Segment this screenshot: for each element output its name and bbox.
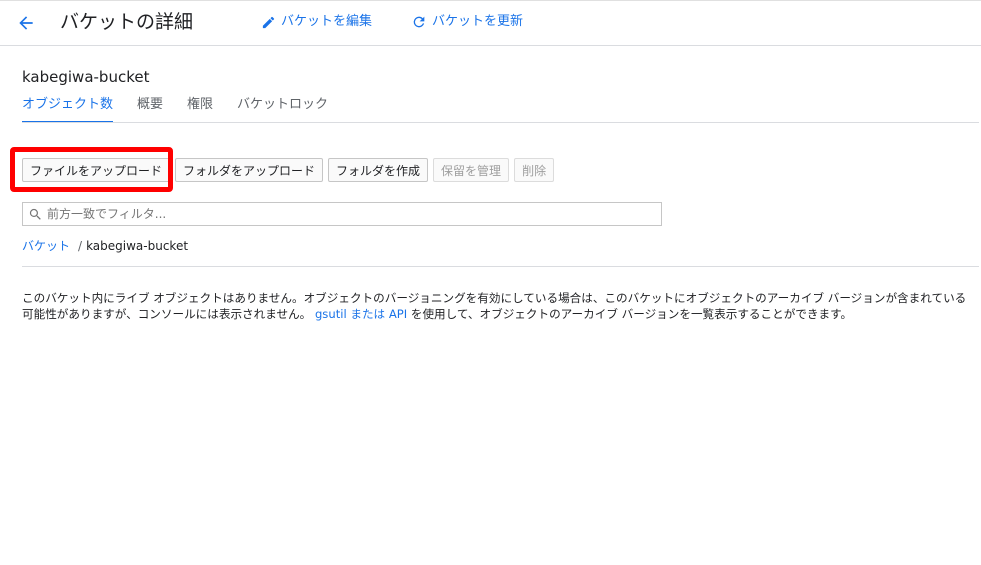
filter-box <box>22 202 662 226</box>
info-text-after: を使用して、オブジェクトのアーカイブ バージョンを一覧表示することができます。 <box>407 307 853 321</box>
page-title: バケットの詳細 <box>60 11 194 33</box>
refresh-bucket-button[interactable]: バケットを更新 <box>411 13 523 31</box>
arrow-left-icon <box>19 16 33 30</box>
filter-input[interactable] <box>47 207 647 221</box>
upload-folder-button[interactable]: フォルダをアップロード <box>175 158 324 182</box>
refresh-icon <box>413 16 425 28</box>
tab-bucket-lock[interactable]: バケットロック <box>237 96 328 123</box>
empty-bucket-message: このバケット内にライブ オブジェクトはありません。オブジェクトのバージョニングを… <box>22 290 972 322</box>
search-icon <box>29 208 41 220</box>
tabs-divider <box>22 122 979 123</box>
tab-permissions[interactable]: 権限 <box>187 96 213 123</box>
back-button[interactable] <box>12 9 40 37</box>
breadcrumb-current: kabegiwa-bucket <box>86 239 189 253</box>
edit-bucket-button[interactable]: バケットを編集 <box>261 13 372 31</box>
refresh-bucket-label: バケットを更新 <box>432 14 524 29</box>
tab-objects[interactable]: オブジェクト数 <box>22 96 114 123</box>
object-toolbar: ファイルをアップロード フォルダをアップロード フォルダを作成 保留を管理 削除 <box>22 158 555 182</box>
delete-button[interactable]: 削除 <box>514 158 555 182</box>
create-folder-button[interactable]: フォルダを作成 <box>328 158 429 182</box>
pencil-icon <box>262 16 275 28</box>
tab-overview[interactable]: 概要 <box>137 96 163 123</box>
breadcrumb: バケット / kabegiwa-bucket <box>22 238 188 254</box>
manage-holds-button[interactable]: 保留を管理 <box>433 158 510 182</box>
top-app-bar: バケットの詳細 バケットを編集 バケットを更新 <box>0 0 981 46</box>
gsutil-api-link[interactable]: gsutil または API <box>315 307 407 321</box>
tab-bar: オブジェクト数 概要 権限 バケットロック <box>22 96 352 123</box>
edit-bucket-label: バケットを編集 <box>281 14 373 29</box>
breadcrumb-buckets-link[interactable]: バケット <box>22 238 70 254</box>
breadcrumb-divider <box>22 266 979 267</box>
bucket-name: kabegiwa-bucket <box>22 68 150 86</box>
upload-files-button[interactable]: ファイルをアップロード <box>22 158 171 182</box>
breadcrumb-separator: / <box>78 239 83 253</box>
